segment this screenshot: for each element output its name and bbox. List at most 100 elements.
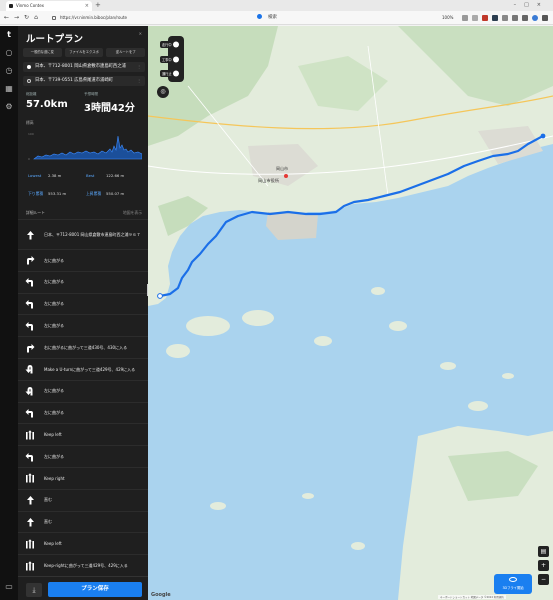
save-plan-button[interactable]: プラン保存 <box>48 582 142 597</box>
duration-label: 予想時間 <box>84 92 98 96</box>
settings-icon[interactable]: ⚙ <box>4 102 14 112</box>
turn-left-icon <box>24 294 36 315</box>
step-text: 左に曲がる <box>44 388 64 394</box>
panel-title: ルートプラン <box>26 34 84 45</box>
turn-left-icon <box>24 272 36 293</box>
eye-icon <box>509 577 517 582</box>
close-tab-icon[interactable]: × <box>85 1 89 11</box>
stat-lowest: Lowest 2.38 m <box>28 173 61 178</box>
distance-value: 57.0km <box>26 99 68 110</box>
direction-step[interactable]: Keep-rightに曲がって三道429号、429に入る <box>18 554 148 576</box>
route-actions: 一般的な道に変 ファイルをエクスポ 逆ルートをプ <box>23 48 146 57</box>
history-icon[interactable]: ◷ <box>4 66 14 76</box>
download-icon[interactable]: ⤓ <box>26 583 42 597</box>
menu-icon[interactable] <box>542 15 548 21</box>
stat-value: 2.38 m <box>48 173 62 178</box>
waypoint-start[interactable]: 日本、〒712-8001 岡山県倉敷市連島町西之浦 ⋮ <box>23 62 145 72</box>
app-logo-icon[interactable]: t <box>4 30 14 40</box>
search-box[interactable]: 検索 <box>257 14 277 22</box>
extension-icon[interactable] <box>482 15 488 21</box>
step-text: Keep right <box>44 475 65 481</box>
favorites-icon[interactable] <box>512 15 518 21</box>
collections-icon[interactable] <box>522 15 528 21</box>
direction-step[interactable]: 左に曲がる <box>18 445 148 467</box>
search-label: 検索 <box>268 15 277 20</box>
nav-buttons[interactable]: ←→↻⌂ <box>4 13 43 23</box>
start-marker-icon <box>27 65 31 69</box>
extension-icon[interactable] <box>502 15 508 21</box>
turn-left-icon <box>24 403 36 424</box>
end-marker-icon <box>27 79 31 83</box>
stat-key: 上昇累積 <box>86 191 102 196</box>
zoom-out-icon[interactable]: − <box>538 574 549 585</box>
keep-lane-icon <box>24 424 36 445</box>
step-text: Keep left <box>44 432 62 438</box>
direction-step[interactable]: Keep right <box>18 466 148 489</box>
toolbar-icon[interactable] <box>472 15 478 21</box>
direction-step[interactable]: 左に曲がる <box>18 249 148 271</box>
tab-title: Vinmo Contex <box>16 3 45 8</box>
layer-toggle[interactable]: 通行止 <box>160 69 193 78</box>
distance-label: 総距離 <box>26 92 37 96</box>
layers-icon[interactable]: ▤ <box>538 546 549 557</box>
route-3d-button[interactable]: 3Dフライ開始 <box>494 574 532 594</box>
direction-step[interactable]: 左に曲がる <box>18 401 148 424</box>
step-text: 直む <box>44 519 52 525</box>
waypoint-text: 日本、〒739-0551 広島県尾道市浦崎町 <box>35 78 113 83</box>
straight-arrow-icon <box>24 512 36 533</box>
chat-icon[interactable]: ▭ <box>4 582 14 592</box>
details-map-link[interactable]: 地図を表示 <box>123 210 142 216</box>
layer-toggle[interactable]: 走行中 <box>160 40 193 49</box>
stat-value: 550.07 m <box>106 191 125 196</box>
zoom-level[interactable]: 100% <box>442 13 453 23</box>
stat-key: Lowest <box>28 173 42 178</box>
stat-value: 553.31 m <box>48 191 67 196</box>
direction-step[interactable]: 左に曲がる <box>18 379 148 402</box>
elevation-chart[interactable]: 100 0 <box>28 128 143 166</box>
direction-step[interactable]: Keep left <box>18 532 148 554</box>
direction-step[interactable]: 日本、〒712-8001 岡山県倉敷市連島町西之浦９６７ <box>18 219 148 249</box>
drag-handle-icon[interactable]: ⋮ <box>137 76 141 86</box>
profile-icon[interactable] <box>532 15 538 21</box>
my-location-icon[interactable]: ◎ <box>157 86 169 98</box>
step-text: 直む <box>44 497 52 503</box>
zoom-in-icon[interactable]: + <box>538 560 549 571</box>
layer-toggle[interactable]: 工事中 <box>160 55 193 64</box>
direction-step[interactable]: 左に曲がる <box>18 292 148 315</box>
elevation-profile <box>33 135 143 160</box>
drag-handle-icon[interactable]: ⋮ <box>137 62 141 72</box>
avoid-highway-button[interactable]: 一般的な道に変 <box>23 48 62 57</box>
step-text: 左に曲がる <box>44 257 64 263</box>
waypoint-end[interactable]: 日本、〒739-0551 広島県尾道市浦崎町 ⋮ <box>23 76 145 86</box>
map-attribution[interactable]: キーボードショートカット 地図データ ©2024 利用規約 <box>438 595 506 599</box>
window-controls[interactable]: –□× <box>514 0 549 10</box>
direction-step[interactable]: 直む <box>18 510 148 533</box>
user-icon[interactable]: ○ <box>4 48 14 58</box>
stat-ascent: 上昇累積 550.07 m <box>86 191 124 197</box>
city-marker-label: 岡山市役所 <box>258 178 279 183</box>
keep-lane-icon <box>24 555 36 576</box>
url-field[interactable]: https://vr.ninmin.biboc/plan/route <box>52 13 252 23</box>
direction-steps: 日本、〒712-8001 岡山県倉敷市連島町西之浦９６７ 左に曲がる 左に曲がる 左に… <box>18 219 148 576</box>
direction-step[interactable]: 左に曲がる <box>18 314 148 336</box>
stat-descent: 下り累積 553.31 m <box>28 191 66 197</box>
panel-close-icon[interactable]: ✕ <box>139 31 142 36</box>
map-canvas[interactable]: 岡山市 岡山市役所 走行中 工事中 通行止 ◎ ▤ + − 3Dフライ開始 Go… <box>148 26 553 600</box>
map-graphic <box>148 26 553 600</box>
browser-tab[interactable]: Vinmo Contex × <box>6 1 92 11</box>
export-file-button[interactable]: ファイルをエクスポ <box>64 48 104 57</box>
direction-step[interactable]: 右に曲がるに曲がって三道430号、430に入る <box>18 336 148 358</box>
map-icon[interactable]: ▦ <box>4 84 14 94</box>
elev-ymax-label: 100 <box>28 132 34 136</box>
direction-step[interactable]: Keep left <box>18 423 148 445</box>
extension-icon[interactable] <box>492 15 498 21</box>
direction-step[interactable]: Make a U-turnに曲がって三道429号、429に入る <box>18 357 148 380</box>
u-turn-icon <box>24 381 36 402</box>
new-tab-icon[interactable]: + <box>95 1 101 10</box>
direction-step[interactable]: 左に曲がる <box>18 270 148 293</box>
reverse-route-button[interactable]: 逆ルートをプ <box>106 48 146 57</box>
step-text: 左に曲がる <box>44 323 64 329</box>
toolbar-icon[interactable] <box>462 15 468 21</box>
elevation-title: 標高 <box>26 120 34 125</box>
direction-step[interactable]: 直む <box>18 488 148 511</box>
